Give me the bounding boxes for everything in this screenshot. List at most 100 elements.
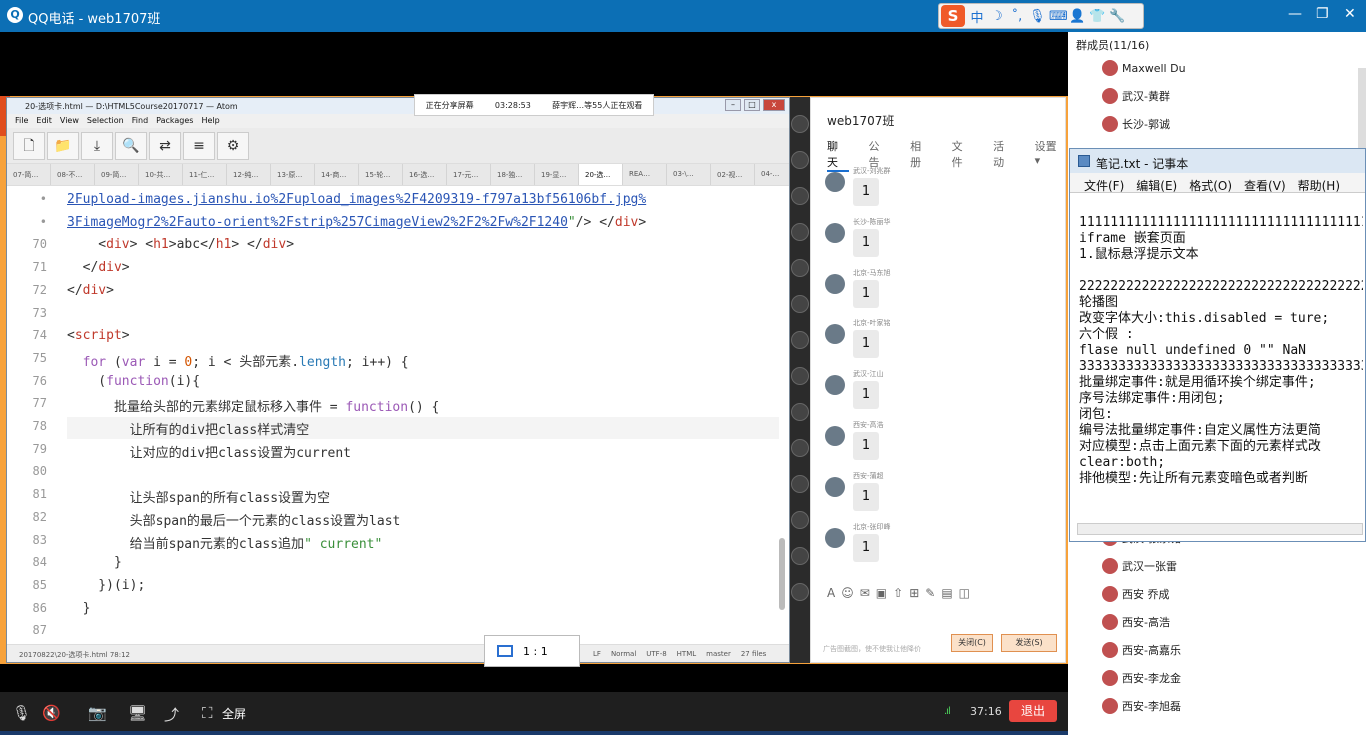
member-item[interactable]: 武汉-黄群 (1102, 88, 1170, 104)
ime-moon-icon[interactable]: ☽ (989, 9, 1005, 24)
fullscreen-icon[interactable]: ⛶ (202, 704, 213, 722)
editor-tab[interactable]: 19-显… (535, 164, 579, 185)
send-button[interactable]: 发送(S) (1001, 634, 1057, 652)
group-tab[interactable]: 活动 (993, 138, 1015, 172)
share-file-icon[interactable]: ⤴ (164, 704, 179, 725)
editor-tab[interactable]: 04-… (755, 164, 789, 185)
member-item[interactable]: 西安-李龙金 (1102, 670, 1181, 686)
editor-tab[interactable]: 09-简… (95, 164, 139, 185)
ime-mic-icon[interactable]: 🎙 (1029, 9, 1046, 24)
compose-tool-icon[interactable]: A (827, 586, 835, 600)
avatar[interactable] (825, 426, 845, 446)
avatar[interactable] (825, 222, 845, 243)
ime-user-icon[interactable]: 👤 (1069, 9, 1085, 24)
editor-tab[interactable]: 18-独… (491, 164, 535, 185)
editor-tab[interactable]: 10-共… (139, 164, 183, 185)
session-avatar[interactable] (791, 151, 809, 169)
atom-minimize-button[interactable]: – (725, 99, 741, 111)
notepad-text-area[interactable]: 11111111111111111111111111111111111111 i… (1079, 215, 1363, 521)
editor-tab[interactable]: 20-选… (579, 164, 623, 185)
member-item[interactable]: 西安-高浩 (1102, 614, 1170, 630)
editor-scrollbar[interactable] (779, 538, 785, 610)
editor-tab[interactable]: 15-轮… (359, 164, 403, 185)
editor-tab[interactable]: 12-纯… (227, 164, 271, 185)
menu-selection[interactable]: Selection (87, 116, 124, 128)
member-item[interactable]: 西安-李旭磊 (1102, 698, 1181, 714)
member-item[interactable]: Maxwell Du (1102, 60, 1186, 76)
session-avatar[interactable] (791, 403, 809, 421)
compose-tool-icon[interactable]: ☺ (841, 586, 854, 600)
maximize-icon[interactable]: ❐ (1316, 6, 1329, 22)
download-icon[interactable]: ⤓ (81, 132, 113, 160)
editor-tab[interactable]: 16-选… (403, 164, 447, 185)
compose-tool-icon[interactable]: ✎ (925, 586, 935, 600)
session-avatar[interactable] (791, 223, 809, 241)
ime-keyboard-icon[interactable]: ⌨ (1049, 9, 1068, 24)
compose-tool-icon[interactable]: ◫ (959, 586, 970, 600)
screen-share-icon[interactable]: 🖥 (128, 704, 147, 722)
code-editor[interactable]: • 2Fupload-images.jianshu.io%2Fupload_ima… (7, 188, 789, 643)
ime-toolbar[interactable]: S 中 ☽ ˚, 🎙 ⌨ 👤 👕 🔧 (938, 3, 1144, 29)
avatar[interactable] (825, 527, 845, 548)
session-avatar[interactable] (791, 547, 809, 565)
member-item[interactable]: 西安-高嘉乐 (1102, 642, 1181, 658)
member-item[interactable]: 长沙-郭诚 (1102, 116, 1170, 132)
notepad-menu-item[interactable]: 文件(F) (1084, 177, 1124, 193)
compose-tool-icon[interactable]: ▣ (876, 586, 887, 600)
member-item[interactable]: 武汉一张雷 (1102, 558, 1177, 574)
notepad-h-scrollbar[interactable] (1077, 523, 1363, 535)
session-avatar[interactable] (791, 583, 809, 601)
session-avatar[interactable] (791, 115, 809, 133)
shuffle-icon[interactable]: ⇄ (149, 132, 181, 160)
group-tab[interactable]: 相册 (910, 138, 932, 172)
ime-chinese-toggle[interactable]: 中 (969, 7, 985, 26)
session-avatar[interactable] (791, 439, 809, 457)
ime-punct-icon[interactable]: ˚, (1009, 9, 1025, 24)
avatar[interactable] (825, 375, 845, 396)
avatar[interactable] (825, 172, 845, 192)
close-icon[interactable]: ✕ (1344, 6, 1356, 22)
session-avatar[interactable] (791, 475, 809, 493)
compose-tool-icon[interactable]: ⇧ (893, 586, 903, 600)
editor-tab[interactable]: 07-简… (7, 164, 51, 185)
compose-tool-icon[interactable]: ⊞ (909, 586, 919, 600)
menu-find[interactable]: Find (132, 116, 148, 128)
session-avatar[interactable] (791, 367, 809, 385)
member-item[interactable]: 西安 乔成 (1102, 586, 1170, 602)
editor-tab[interactable]: 02-视… (711, 164, 755, 185)
menu-packages[interactable]: Packages (156, 116, 193, 128)
editor-tab[interactable]: 11-仁… (183, 164, 227, 185)
session-avatar[interactable] (791, 295, 809, 313)
zoom-popup[interactable]: 1 : 1 (484, 635, 580, 667)
session-avatar[interactable] (791, 187, 809, 205)
mic-off-icon[interactable]: 🎙 (12, 704, 31, 722)
folder-icon[interactable]: 📁 (47, 132, 79, 160)
notepad-menu-item[interactable]: 格式(O) (1189, 177, 1232, 193)
avatar[interactable] (825, 273, 845, 294)
avatar[interactable] (825, 476, 845, 497)
compose-tool-icon[interactable]: ✉ (860, 586, 870, 600)
avatar[interactable] (825, 324, 845, 345)
session-avatar[interactable] (791, 259, 809, 277)
notepad-menu-item[interactable]: 编辑(E) (1136, 177, 1177, 193)
menu-edit[interactable]: Edit (36, 116, 52, 128)
compose-tool-icon[interactable]: ▤ (941, 586, 952, 600)
exit-button[interactable]: 退出 (1009, 700, 1057, 722)
editor-tab[interactable]: 17-元… (447, 164, 491, 185)
atom-maximize-button[interactable]: □ (744, 99, 760, 111)
minimize-icon[interactable]: — (1288, 6, 1302, 22)
session-avatar[interactable] (791, 511, 809, 529)
new-file-icon[interactable]: 🗋 (13, 132, 45, 160)
menu-view[interactable]: View (60, 116, 79, 128)
group-tab[interactable]: 设置 ▾ (1035, 138, 1065, 172)
sogou-logo-icon[interactable]: S (941, 5, 965, 27)
atom-close-button[interactable]: x (763, 99, 785, 111)
ime-skin-icon[interactable]: 👕 (1089, 9, 1105, 24)
editor-tab[interactable]: 08-不… (51, 164, 95, 185)
camera-off-icon[interactable]: 📷 (88, 704, 107, 722)
editor-tab[interactable]: 14-商… (315, 164, 359, 185)
close-chat-button[interactable]: 关闭(C) (951, 634, 993, 652)
list-icon[interactable]: ≡ (183, 132, 215, 160)
menu-help[interactable]: Help (201, 116, 219, 128)
group-tab[interactable]: 文件 (952, 138, 974, 172)
